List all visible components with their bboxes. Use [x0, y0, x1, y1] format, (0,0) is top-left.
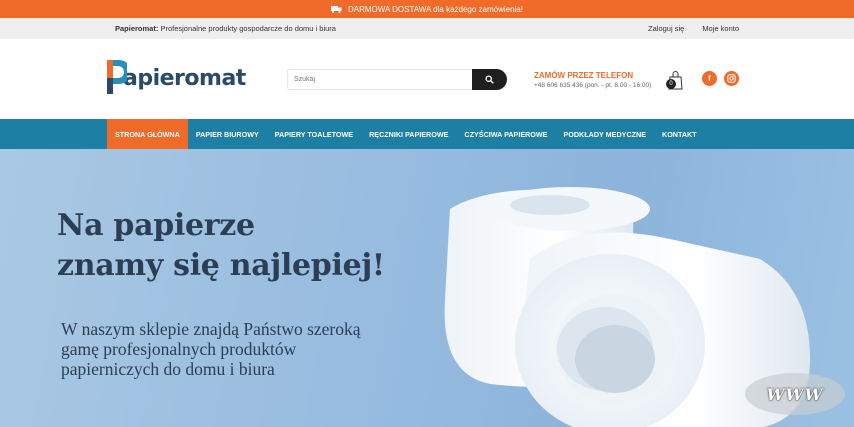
header: apieromat ZAMÓW PRZEZ TELEFON +48 606 63…	[0, 39, 854, 119]
logo-mark-icon	[107, 58, 131, 96]
truck-icon	[330, 5, 342, 13]
facebook-icon[interactable]: f	[702, 71, 717, 86]
login-link[interactable]: Zaloguj się	[648, 24, 684, 33]
nav-item-contact[interactable]: KONTAKT	[654, 119, 705, 149]
search-form	[287, 69, 507, 90]
hero-heading-line1: Na papierze	[57, 208, 255, 243]
nav-item-paper-towels[interactable]: RĘCZNIKI PAPIEROWE	[361, 119, 456, 149]
nav-item-medical-pads[interactable]: PODKŁADY MEDYCZNE	[555, 119, 654, 149]
instagram-icon[interactable]	[724, 71, 739, 86]
tagline: Papieromat: Profesjonalne produkty gospo…	[115, 24, 336, 33]
www-watermark: WWW	[745, 373, 845, 415]
nav-item-paper-wipes[interactable]: CZYŚCIWA PAPIEROWE	[456, 119, 555, 149]
nav-item-office-paper[interactable]: PAPIER BIUROWY	[188, 119, 267, 149]
logo[interactable]: apieromat	[107, 57, 246, 97]
cart[interactable]: 0	[666, 70, 684, 90]
search-icon	[485, 72, 494, 87]
logo-text: apieromat	[123, 65, 246, 91]
tagline-brand: Papieromat:	[115, 24, 159, 33]
hero-text: W naszym sklepie znajdą Państwo szeroką …	[61, 319, 361, 379]
cart-count: 0	[666, 79, 676, 89]
account-links: Zaloguj się Moje konto	[648, 24, 739, 33]
hero-banner: Na papierze znamy się najlepiej! W naszy…	[0, 149, 854, 427]
promo-bar: DARMOWA DOSTAWA dla każdego zamówienia!	[0, 0, 854, 18]
search-button[interactable]	[472, 69, 507, 90]
hero-heading: Na papierze znamy się najlepiej!	[57, 206, 385, 286]
hero-heading-line2: znamy się najlepiej!	[57, 248, 385, 283]
nav-item-toilet-paper[interactable]: PAPIERY TOALETOWE	[267, 119, 361, 149]
top-bar: Papieromat: Profesjonalne produkty gospo…	[0, 18, 854, 39]
main-nav: STRONA GŁÓWNA PAPIER BIUROWY PAPIERY TOA…	[0, 119, 854, 149]
promo-text: DARMOWA DOSTAWA dla każdego zamówienia!	[347, 4, 524, 14]
account-link[interactable]: Moje konto	[702, 24, 739, 33]
phone-title: ZAMÓW PRZEZ TELEFON	[534, 71, 634, 80]
tagline-text: Profesjonalne produkty gospodarcze do do…	[160, 24, 336, 33]
phone-number[interactable]: +48 606 635 436 (pon. - pt. 8.00 - 16.00…	[534, 82, 651, 89]
phone-order: ZAMÓW PRZEZ TELEFON +48 606 635 436 (pon…	[534, 71, 651, 89]
nav-item-home[interactable]: STRONA GŁÓWNA	[107, 119, 188, 149]
search-input[interactable]	[287, 69, 472, 90]
